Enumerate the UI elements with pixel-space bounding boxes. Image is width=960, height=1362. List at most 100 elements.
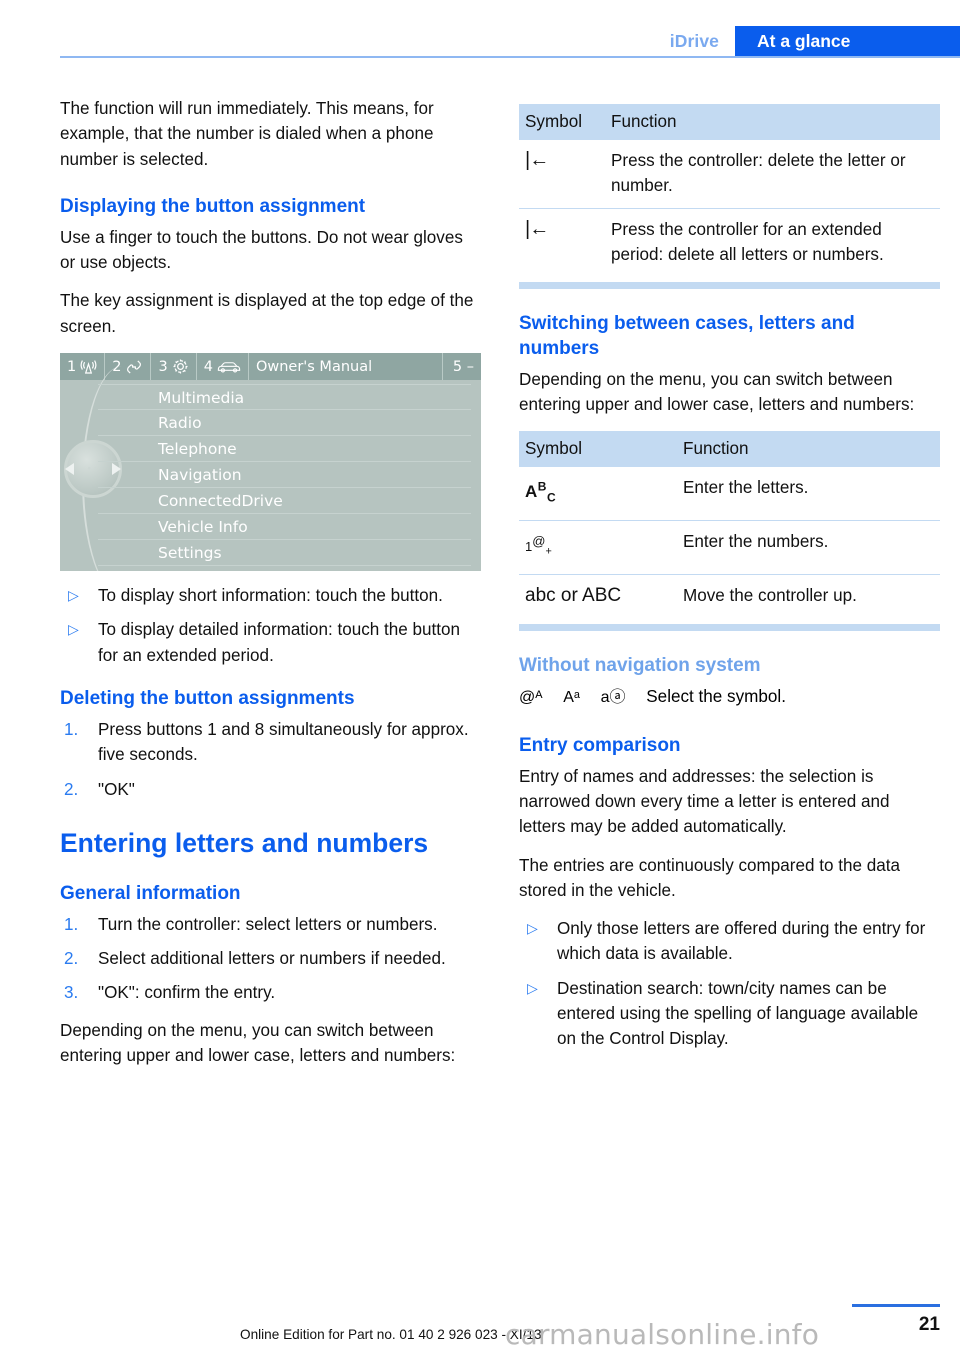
list-item: 1. Press buttons 1 and 8 simultaneously … — [60, 717, 481, 768]
numbers-symbols-icon: 1@+ — [519, 520, 677, 575]
manual-page: iDrive At a glance The function will run… — [0, 0, 960, 1362]
triangle-bullet-icon: ▷ — [68, 587, 79, 604]
list-item-text: To display short information: touch the … — [98, 586, 443, 606]
idrive-menu-item-vehicle-info[interactable]: Vehicle Info — [98, 514, 471, 541]
list-item: ▷ To display detailed information: touch… — [60, 617, 481, 668]
idrive-button-2[interactable]: 2 — [105, 353, 152, 381]
idrive-button-3[interactable]: 3 — [151, 353, 197, 381]
step-number: 1. — [64, 719, 79, 739]
paragraph-entries-compared: The entries are continuously compared to… — [519, 855, 901, 900]
car-icon — [217, 360, 241, 374]
phone-handset-icon — [125, 359, 143, 375]
page-title: Entering letters and numbers — [60, 827, 429, 858]
table-delete-symbols: Symbol Function |← Press the controller:… — [519, 104, 940, 277]
online-edition-notice: Online Edition for Part no. 01 40 2 926 … — [240, 1327, 542, 1342]
heading-deleting-button-assignments: Deleting the button assignments — [60, 687, 355, 709]
steps-deleting: 1. Press buttons 1 and 8 simultaneously … — [60, 717, 481, 802]
radio-waves-icon — [80, 359, 97, 375]
mixed-case-icon: ABC — [519, 467, 677, 521]
list-item-text: Only those letters are offered during th… — [557, 919, 926, 964]
idrive-menu-item-connecteddrive[interactable]: ConnectedDrive — [98, 488, 471, 515]
list-item: 2. Select additional letters or numbers … — [60, 946, 481, 971]
idrive-button-3-number: 3 — [158, 358, 168, 375]
case-toggle-glyph: abc or ABC — [525, 585, 622, 607]
arrow-left-icon — [65, 463, 75, 476]
numbers-symbols-glyph: 1@+ — [525, 534, 552, 559]
heading-displaying-button-assignment: Displaying the button assignment — [60, 195, 366, 217]
cell-function: Move the controller up. — [677, 574, 940, 618]
backspace-icon: |← — [519, 140, 605, 208]
idrive-menu-item-multimedia[interactable]: Multimedia — [98, 384, 471, 411]
table-header-row: Symbol Function — [519, 430, 940, 467]
chapter-tab: iDrive — [659, 26, 735, 56]
paragraph-depending-right: Depending on the menu, you can switch be… — [519, 370, 915, 415]
table-row: abc or ABC Move the controller up. — [519, 574, 940, 618]
header-divider — [60, 56, 960, 58]
triangle-bullet-icon: ▷ — [68, 621, 79, 638]
idrive-menu-item-radio[interactable]: Radio — [98, 410, 471, 437]
table-row: |← Press the controller for an extended … — [519, 207, 940, 277]
step-text: "OK" — [98, 779, 135, 799]
idrive-screen-figure: 1 2 3 4 Owner's Manual 5 – ∙∙ Multimedia… — [60, 353, 481, 572]
mixed-case-glyph: ABC — [525, 479, 557, 505]
paragraph-touch-buttons: Use a finger to touch the buttons. Do no… — [60, 227, 463, 273]
cell-function: Press the controller: delete the letter … — [611, 151, 906, 196]
list-item: ▷ Destination search: town/city names ca… — [519, 976, 940, 1052]
list-item: ▷ To display short information: touch th… — [60, 583, 481, 608]
idrive-menu-body: ∙∙ Multimedia Radio Telephone Navigation… — [60, 366, 481, 572]
idrive-button-1[interactable]: 1 — [60, 353, 106, 381]
column-header-symbol: Symbol — [519, 104, 605, 140]
step-number: 2. — [64, 949, 79, 969]
table-row: 1@+ Enter the numbers. — [519, 520, 940, 575]
idrive-menu-item-telephone[interactable]: Telephone — [98, 436, 471, 463]
table-bottom-band — [519, 282, 940, 290]
paragraph-depending-left: Depending on the menu, you can switch be… — [60, 1020, 456, 1066]
step-number: 3. — [64, 983, 79, 1003]
cell-function: Enter the numbers. — [677, 520, 940, 575]
column-header-function: Function — [605, 104, 940, 140]
gear-icon — [172, 358, 189, 375]
idrive-menu-item-navigation[interactable]: Navigation — [98, 462, 471, 489]
list-item: 2. "OK" — [60, 777, 481, 802]
idrive-button-2-number: 2 — [112, 358, 122, 375]
idrive-top-bar: 1 2 3 4 Owner's Manual 5 – — [60, 353, 481, 381]
step-text: Turn the controller: select letters or n… — [98, 914, 438, 934]
triangle-bullet-icon: ▷ — [527, 979, 538, 996]
uppercase-lowercase-icon: Aᵃ — [563, 688, 580, 706]
table-row: |← Press the controller: delete the lett… — [519, 140, 940, 208]
content-columns: The function will run immediately. This … — [60, 96, 940, 1081]
heading-switching-cases: Switching between cases, letters and num… — [519, 313, 855, 360]
idrive-right-label: 5 – — [452, 358, 474, 375]
step-text: Press buttons 1 and 8 simultaneously for… — [98, 719, 469, 765]
heading-without-navigation-system: Without navigation system — [519, 654, 761, 676]
list-item: 3. "OK": confirm the entry. — [60, 980, 481, 1005]
idrive-menu-item-settings[interactable]: Settings — [98, 540, 471, 567]
idrive-menu-list: Multimedia Radio Telephone Navigation Co… — [98, 384, 471, 567]
table-header-row: Symbol Function — [519, 104, 940, 140]
header-tabs: iDrive At a glance — [659, 26, 960, 56]
step-text: "OK": confirm the entry. — [98, 983, 276, 1003]
intro-paragraph: The function will run immediately. This … — [60, 99, 434, 169]
step-text: Select additional letters or numbers if … — [98, 949, 446, 969]
paragraph-key-assignment: The key assignment is displayed at the t… — [60, 291, 474, 336]
list-item: 1. Turn the controller: select letters o… — [60, 912, 481, 937]
backspace-glyph: |← — [525, 217, 549, 240]
column-header-symbol: Symbol — [519, 430, 677, 467]
cell-function: Press the controller for an extended per… — [605, 207, 940, 277]
step-number: 1. — [64, 914, 79, 934]
idrive-button-4-number: 4 — [203, 358, 213, 375]
idrive-button-4[interactable]: 4 — [197, 353, 249, 381]
nav-symbol-text: Select the symbol. — [646, 686, 786, 706]
left-column: The function will run immediately. This … — [60, 96, 481, 1081]
at-uppercase-icon: @ᴬ — [519, 688, 543, 706]
heading-entry-comparison: Entry comparison — [519, 734, 681, 756]
backspace-icon: |← — [519, 207, 605, 277]
case-toggle-icon: abc or ABC — [519, 574, 677, 618]
table-row: ABC Enter the letters. — [519, 467, 940, 521]
section-tab: At a glance — [735, 26, 960, 56]
lowercase-at-icon: aⓐ — [600, 688, 626, 706]
cell-function: Enter the letters. — [683, 477, 809, 497]
triangle-bullet-icon: ▷ — [527, 920, 538, 937]
table-case-symbols: Symbol Function ABC Enter the letters. 1… — [519, 430, 940, 618]
idrive-title: Owner's Manual — [249, 353, 443, 381]
